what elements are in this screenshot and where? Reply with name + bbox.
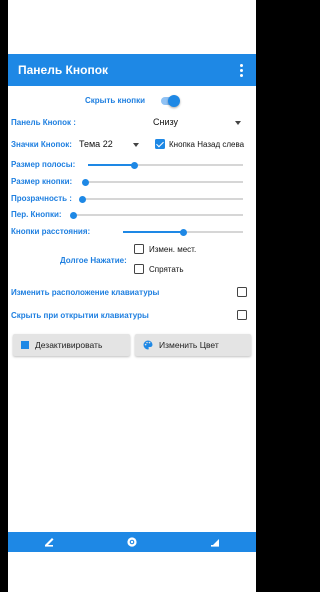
button-size-label: Размер кнопки: bbox=[11, 177, 73, 186]
slider-thumb[interactable] bbox=[131, 161, 138, 169]
change-color-button-label: Изменить Цвет bbox=[159, 340, 219, 350]
long-press-move-checkbox[interactable] bbox=[134, 244, 144, 254]
back-icon[interactable] bbox=[43, 536, 55, 548]
slider-thumb[interactable] bbox=[69, 211, 77, 219]
palette-icon bbox=[143, 340, 153, 350]
button-size-slider[interactable] bbox=[81, 178, 243, 186]
transparency-slider[interactable] bbox=[78, 195, 243, 203]
deactivate-button-label: Дезактивировать bbox=[35, 340, 103, 350]
stop-icon bbox=[21, 341, 29, 349]
bar-size-slider[interactable] bbox=[88, 161, 243, 169]
hide-on-keyboard-label: Скрыть при открытии клавиатуры bbox=[11, 311, 149, 320]
app-screen: Панель Кнопок Скрыть кнопки Панель Кнопо… bbox=[8, 0, 256, 592]
button-spacing-slider[interactable] bbox=[123, 228, 243, 236]
home-icon[interactable] bbox=[126, 536, 138, 548]
button-spacing-label: Кнопки расстояния: bbox=[11, 227, 91, 236]
bar-size-label: Размер полосы: bbox=[11, 160, 76, 169]
navigation-bar bbox=[8, 532, 256, 552]
overflow-menu-icon[interactable] bbox=[234, 61, 248, 79]
transparency-label: Прозрачность : bbox=[11, 194, 72, 203]
status-bar bbox=[8, 0, 256, 54]
panel-position-value: Снизу bbox=[153, 117, 179, 127]
back-left-label: Кнопка Назад слева bbox=[169, 140, 245, 149]
long-press-move-label: Измен. мест. bbox=[149, 245, 197, 254]
hide-on-keyboard-checkbox[interactable] bbox=[237, 310, 247, 320]
slider-thumb[interactable] bbox=[179, 228, 187, 236]
slider-fill bbox=[88, 164, 135, 166]
button-move-label: Пер. Кнопки: bbox=[11, 210, 62, 219]
long-press-label: Долгое Нажатие: bbox=[60, 256, 127, 265]
settings-panel: Скрыть кнопки Панель Кнопок : Снизу Знач… bbox=[8, 86, 256, 552]
panel-position-label: Панель Кнопок : bbox=[11, 118, 76, 127]
change-color-button[interactable]: Изменить Цвет bbox=[135, 334, 251, 356]
button-move-slider[interactable] bbox=[69, 211, 243, 219]
deactivate-button[interactable]: Дезактивировать bbox=[13, 334, 130, 356]
slider-thumb[interactable] bbox=[78, 195, 86, 203]
icon-theme-value: Тема 22 bbox=[79, 139, 113, 149]
app-title: Панель Кнопок bbox=[18, 63, 109, 77]
long-press-hide-checkbox[interactable] bbox=[134, 264, 144, 274]
long-press-hide-label: Спрятать bbox=[149, 265, 184, 274]
change-keyboard-layout-label: Изменить расположение клавиатуры bbox=[11, 288, 160, 297]
hide-buttons-label: Скрыть кнопки bbox=[85, 96, 146, 105]
dropdown-arrow-icon bbox=[235, 121, 241, 125]
slider-thumb[interactable] bbox=[81, 178, 89, 186]
back-left-checkbox[interactable] bbox=[155, 139, 165, 149]
button-icons-label: Значки Кнопок: bbox=[11, 140, 72, 149]
app-bar: Панель Кнопок bbox=[8, 54, 256, 86]
slider-fill bbox=[123, 231, 183, 233]
dropdown-arrow-icon bbox=[133, 143, 139, 147]
change-keyboard-layout-checkbox[interactable] bbox=[237, 287, 247, 297]
recents-icon[interactable] bbox=[209, 536, 221, 548]
